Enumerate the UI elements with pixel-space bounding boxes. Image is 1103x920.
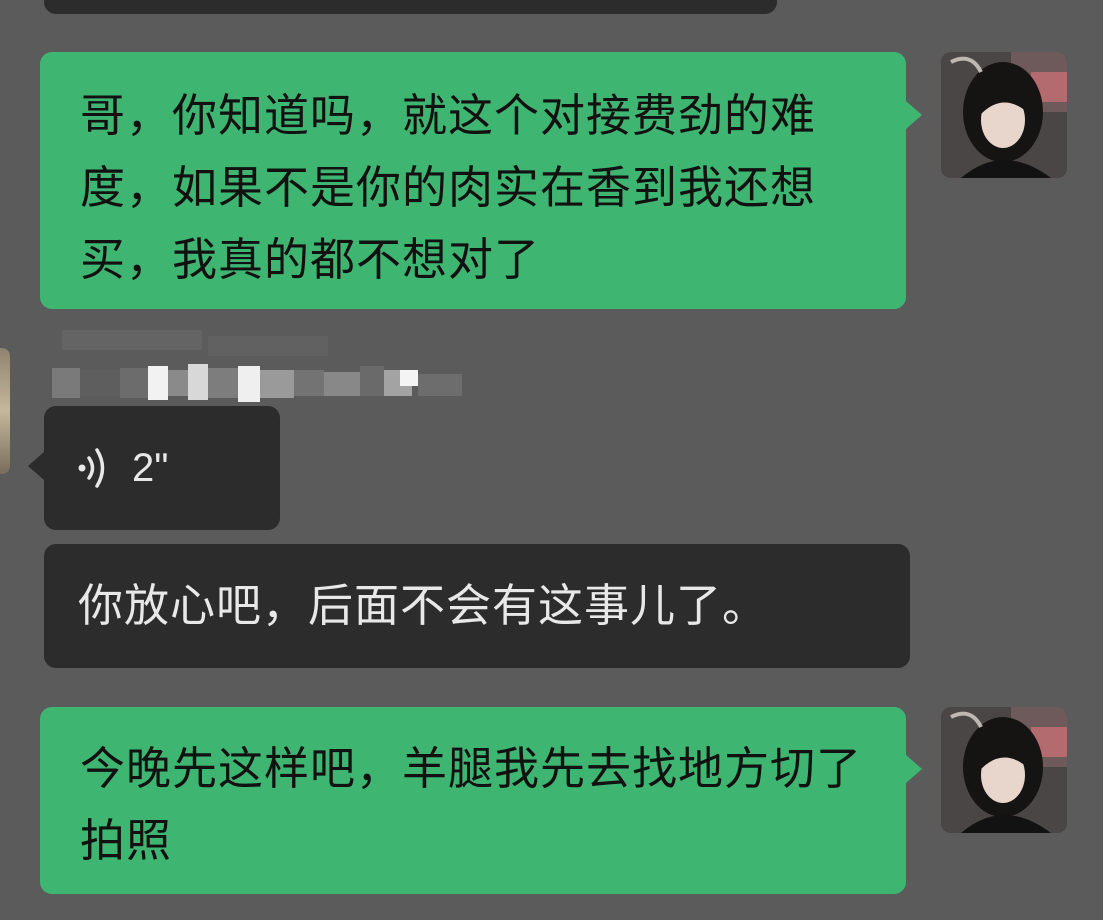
bubble-tail [906,755,922,783]
bubble-tail [906,101,922,129]
user-avatar[interactable] [941,52,1067,178]
user-avatar[interactable] [941,707,1067,833]
portrait-image [941,707,1067,833]
voice-wave-icon [78,448,105,488]
message-bubble-self[interactable]: 今晚先这样吧，羊腿我先去找地方切了拍照 [40,707,906,894]
voice-duration: 2" [132,445,169,490]
message-bubble-peer[interactable]: 你放心吧，后面不会有这事儿了。 [44,544,910,668]
contact-avatar[interactable] [0,348,10,474]
bubble-tail [28,452,44,480]
message-text: 你放心吧，后面不会有这事儿了。 [78,579,769,632]
message-text: 哥，你知道吗，就这个对接费劲的难度，如果不是你的肉实在香到我还想买，我真的都不想… [80,89,817,286]
message-bubble-self[interactable]: 哥，你知道吗，就这个对接费劲的难度，如果不是你的肉实在香到我还想买，我真的都不想… [40,52,906,309]
portrait-image [941,52,1067,178]
sender-name-blurred [48,330,468,406]
chat-view: 哥，你知道吗，就这个对接费劲的难度，如果不是你的肉实在香到我还想买，我真的都不想… [0,0,1103,920]
voice-message-bubble[interactable]: 2" [44,406,280,530]
message-text: 今晚先这样吧，羊腿我先去找地方切了拍照 [80,742,863,867]
previous-message-bubble[interactable] [44,0,777,14]
